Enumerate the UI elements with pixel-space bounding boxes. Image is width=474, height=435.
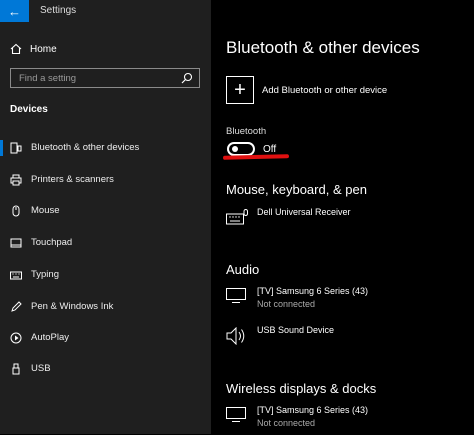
usb-icon bbox=[12, 363, 20, 375]
device-name: USB Sound Device bbox=[257, 325, 335, 335]
search-input[interactable]: Find a setting bbox=[10, 68, 200, 88]
home-icon bbox=[10, 43, 22, 55]
bluetooth-toggle[interactable] bbox=[227, 142, 255, 156]
device-name: Dell Universal Receiver bbox=[257, 207, 351, 217]
window-title: Settings bbox=[40, 5, 77, 16]
sidebar-item-label: USB bbox=[31, 363, 51, 374]
title-bar: ← Settings bbox=[0, 0, 211, 22]
home-label: Home bbox=[30, 43, 57, 55]
page-title: Bluetooth & other devices bbox=[226, 38, 420, 57]
home-link[interactable]: Home bbox=[10, 41, 57, 57]
sidebar-item-label: Printers & scanners bbox=[31, 174, 114, 185]
sidebar: ← Settings Home Find a setting Devices B… bbox=[0, 0, 211, 434]
group-title-mouse-keyboard: Mouse, keyboard, & pen bbox=[226, 182, 367, 197]
add-device-label: Add Bluetooth or other device bbox=[262, 84, 388, 96]
sidebar-item-label: AutoPlay bbox=[31, 332, 70, 343]
device-name: [TV] Samsung 6 Series (43) bbox=[257, 286, 369, 296]
sidebar-item-label: Touchpad bbox=[31, 237, 73, 248]
plus-icon: + bbox=[226, 76, 254, 104]
mouse-icon bbox=[12, 205, 20, 217]
sidebar-item-label: Typing bbox=[31, 269, 59, 280]
keyboard-mouse-icon bbox=[226, 209, 248, 225]
sidebar-item-printers[interactable]: Printers & scanners bbox=[0, 170, 211, 190]
sidebar-item-usb[interactable]: USB bbox=[0, 359, 211, 379]
group-title-wireless-displays: Wireless displays & docks bbox=[226, 381, 377, 396]
sidebar-item-typing[interactable]: Typing bbox=[0, 265, 211, 285]
pen-icon bbox=[11, 301, 22, 312]
device-status: Not connected bbox=[257, 418, 316, 428]
speaker-icon bbox=[226, 327, 245, 345]
main-panel: Bluetooth & other devices + Add Bluetoot… bbox=[211, 0, 474, 434]
section-title: Devices bbox=[10, 104, 48, 115]
group-title-audio: Audio bbox=[226, 262, 260, 277]
toggle-knob bbox=[232, 146, 238, 152]
bluetooth-label: Bluetooth bbox=[226, 126, 267, 137]
add-device-button[interactable]: + Add Bluetooth or other device bbox=[226, 76, 387, 104]
autoplay-icon bbox=[10, 332, 22, 344]
bluetooth-state: Off bbox=[263, 144, 277, 155]
printer-icon bbox=[10, 174, 22, 186]
device-name: [TV] Samsung 6 Series (43) bbox=[257, 405, 369, 415]
sidebar-item-label: Bluetooth & other devices bbox=[31, 142, 140, 153]
sidebar-item-mouse[interactable]: Mouse bbox=[0, 201, 211, 221]
sidebar-item-autoplay[interactable]: AutoPlay bbox=[0, 328, 211, 348]
monitor-icon bbox=[226, 407, 246, 422]
sidebar-item-bluetooth[interactable]: Bluetooth & other devices bbox=[0, 138, 211, 158]
bluetooth-devices-icon bbox=[10, 142, 22, 154]
search-icon[interactable] bbox=[181, 72, 193, 84]
sidebar-item-label: Mouse bbox=[31, 205, 60, 216]
back-button[interactable]: ← bbox=[0, 0, 29, 22]
device-status: Not connected bbox=[257, 299, 316, 309]
monitor-icon bbox=[226, 288, 246, 303]
red-underline-annotation bbox=[222, 154, 290, 160]
sidebar-item-pen[interactable]: Pen & Windows Ink bbox=[0, 297, 211, 317]
back-arrow-icon: ← bbox=[8, 3, 21, 19]
keyboard-icon bbox=[10, 271, 22, 280]
touchpad-icon bbox=[10, 238, 22, 248]
sidebar-item-label: Pen & Windows Ink bbox=[31, 301, 114, 312]
search-placeholder: Find a setting bbox=[19, 73, 77, 84]
sidebar-item-touchpad[interactable]: Touchpad bbox=[0, 233, 211, 253]
